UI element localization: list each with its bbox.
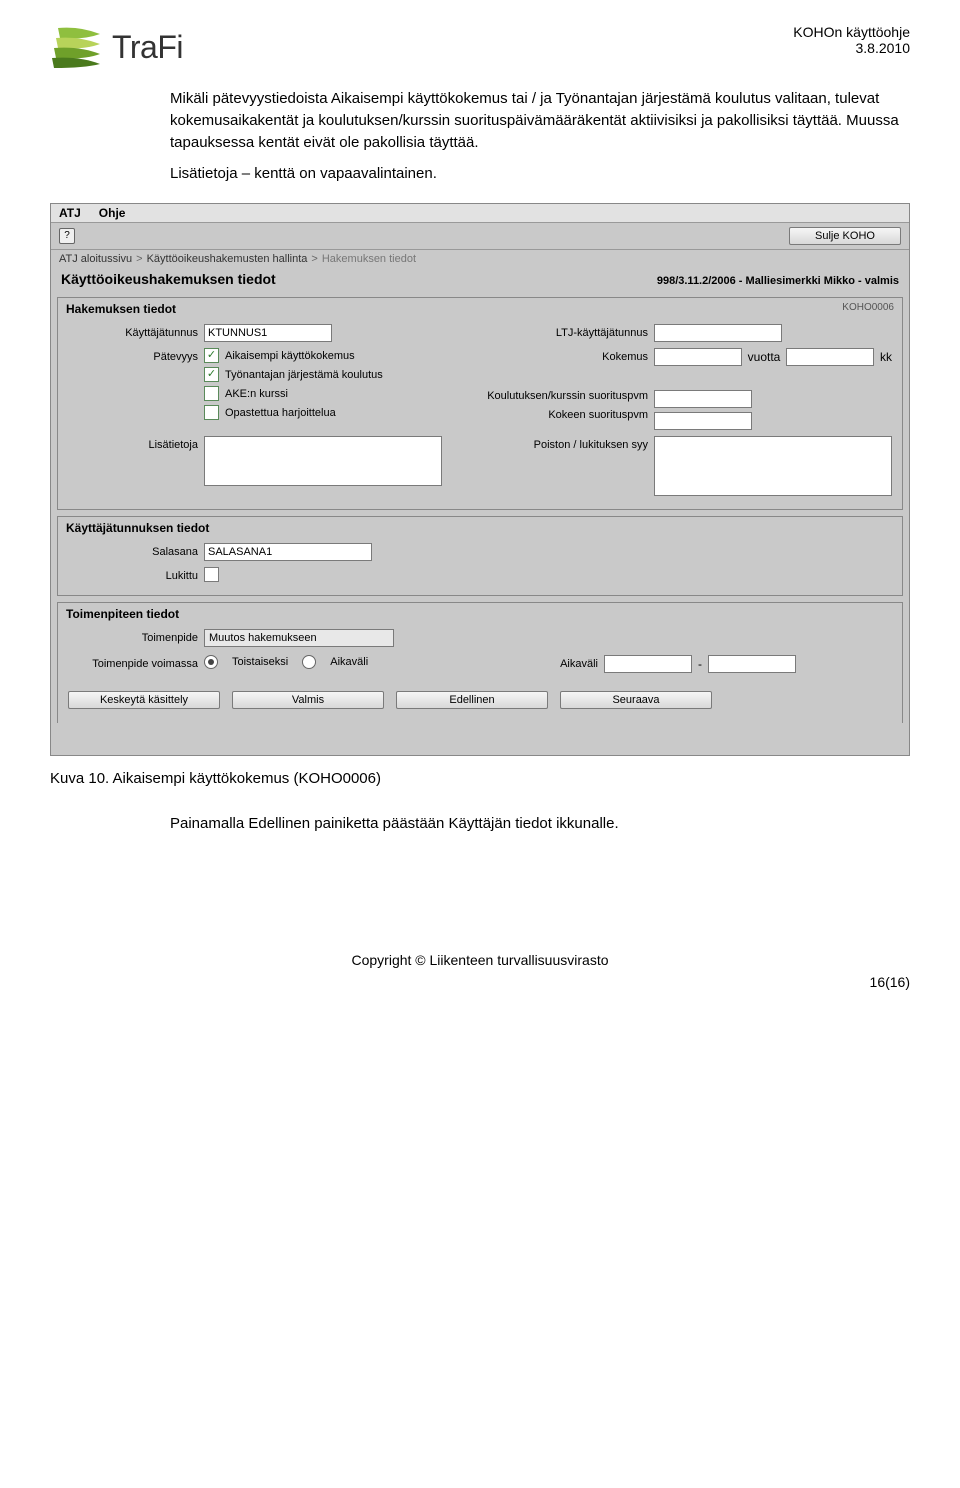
textarea-poisto[interactable] [654, 436, 892, 496]
label-salasana: Salasana [68, 543, 198, 558]
label-kokemus: Kokemus [602, 348, 648, 363]
label-lisatietoja: Lisätietoja [68, 436, 198, 451]
label-poisto: Poiston / lukituksen syy [448, 436, 648, 451]
seuraava-button[interactable]: Seuraava [560, 691, 712, 709]
checkbox-label-tyonantajan: Työnantajan järjestämä koulutus [225, 369, 383, 381]
page-number: 16(16) [50, 974, 910, 990]
section-kayttajatunnuksen-tiedot: Käyttäjätunnuksen tiedot Salasana Lukitt… [57, 516, 903, 596]
app-window: ATJ Ohje ? Sulje KOHO ATJ aloitussivu>Kä… [50, 203, 910, 756]
radio-aikavali[interactable] [302, 655, 316, 669]
breadcrumb: ATJ aloitussivu>Käyttöoikeushakemusten h… [51, 250, 909, 268]
valmis-button[interactable]: Valmis [232, 691, 384, 709]
section-title: Hakemuksen tiedot [58, 298, 902, 318]
doc-title: KOHOn käyttöohje [793, 24, 910, 40]
range-dash: - [698, 657, 702, 671]
logo-icon [50, 24, 104, 70]
input-aikavali-from[interactable] [604, 655, 692, 673]
label-patevyys: Pätevyys [68, 348, 198, 363]
checkbox-tyonantajan[interactable]: ✓ [204, 367, 219, 382]
paragraph-3: Painamalla Edellinen painiketta päästään… [170, 815, 910, 832]
section-toimenpiteen-tiedot: Toimenpiteen tiedot Toimenpide Muutos ha… [57, 602, 903, 723]
menu-atj[interactable]: ATJ [59, 206, 81, 220]
radio-toistaiseksi[interactable] [204, 655, 218, 669]
section-title-3: Toimenpiteen tiedot [58, 603, 902, 623]
section-code: KOHO0006 [842, 302, 894, 313]
close-koho-button[interactable]: Sulje KOHO [789, 227, 901, 245]
checkbox-label-ake: AKE:n kurssi [225, 388, 288, 400]
checkbox-lukittu[interactable] [204, 567, 219, 582]
section-title-2: Käyttäjätunnuksen tiedot [58, 517, 902, 537]
crumb-3: Hakemuksen tiedot [322, 253, 416, 265]
menu-ohje[interactable]: Ohje [99, 206, 126, 220]
checkbox-label-opastettua: Opastettua harjoittelua [225, 407, 336, 419]
input-kayttajatunnus[interactable] [204, 324, 332, 342]
label-kk: kk [880, 350, 892, 364]
checkbox-aikaisempi[interactable]: ✓ [204, 348, 219, 363]
label-lukittu: Lukittu [68, 567, 198, 582]
textarea-lisatietoja[interactable] [204, 436, 442, 486]
crumb-1[interactable]: ATJ aloitussivu [59, 253, 132, 265]
label-kurssipvm: Koulutuksen/kurssin suorituspvm [487, 387, 648, 402]
input-kokemus-kk[interactable] [786, 348, 874, 366]
label-koepvm: Kokeen suorituspvm [548, 406, 648, 421]
paragraph-2: Lisätietoja – kenttä on vapaavalintainen… [170, 163, 910, 185]
doc-date: 3.8.2010 [793, 40, 910, 56]
radio-label-toistaiseksi: Toistaiseksi [232, 656, 288, 668]
field-toimenpide: Muutos hakemukseen [204, 629, 394, 647]
input-aikavali-to[interactable] [708, 655, 796, 673]
checkbox-opastettua[interactable] [204, 405, 219, 420]
paragraph-1: Mikäli pätevyystiedoista Aikaisempi käyt… [170, 88, 910, 153]
label-vuotta: vuotta [748, 350, 781, 364]
checkbox-ake[interactable] [204, 386, 219, 401]
radio-label-aikavali: Aikaväli [330, 656, 368, 668]
input-ltj[interactable] [654, 324, 782, 342]
label-ltj: LTJ-käyttäjätunnus [448, 324, 648, 339]
copyright: Copyright © Liikenteen turvallisuusviras… [50, 952, 910, 968]
label-kayttajatunnus: Käyttäjätunnus [68, 324, 198, 339]
input-kurssipvm[interactable] [654, 390, 752, 408]
input-kokemus-vuotta[interactable] [654, 348, 742, 366]
logo-text: TraFi [112, 29, 183, 66]
label-voimassa: Toimenpide voimassa [68, 655, 198, 670]
section-hakemuksen-tiedot: Hakemuksen tiedot KOHO0006 Käyttäjätunnu… [57, 297, 903, 510]
input-salasana[interactable] [204, 543, 372, 561]
crumb-2[interactable]: Käyttöoikeushakemusten hallinta [147, 253, 308, 265]
keskeyta-button[interactable]: Keskeytä käsittely [68, 691, 220, 709]
label-toimenpide: Toimenpide [68, 629, 198, 644]
help-icon[interactable]: ? [59, 228, 75, 244]
page-title: Käyttöoikeushakemuksen tiedot [61, 271, 276, 287]
edellinen-button[interactable]: Edellinen [396, 691, 548, 709]
figure-caption: Kuva 10. Aikaisempi käyttökokemus (KOHO0… [50, 770, 910, 787]
checkbox-label-aikaisempi: Aikaisempi käyttökokemus [225, 350, 355, 362]
label-aikavali2: Aikaväli [498, 655, 598, 670]
input-koepvm[interactable] [654, 412, 752, 430]
logo: TraFi [50, 24, 183, 70]
page-status: 998/3.11.2/2006 - Malliesimerkki Mikko -… [657, 275, 899, 287]
